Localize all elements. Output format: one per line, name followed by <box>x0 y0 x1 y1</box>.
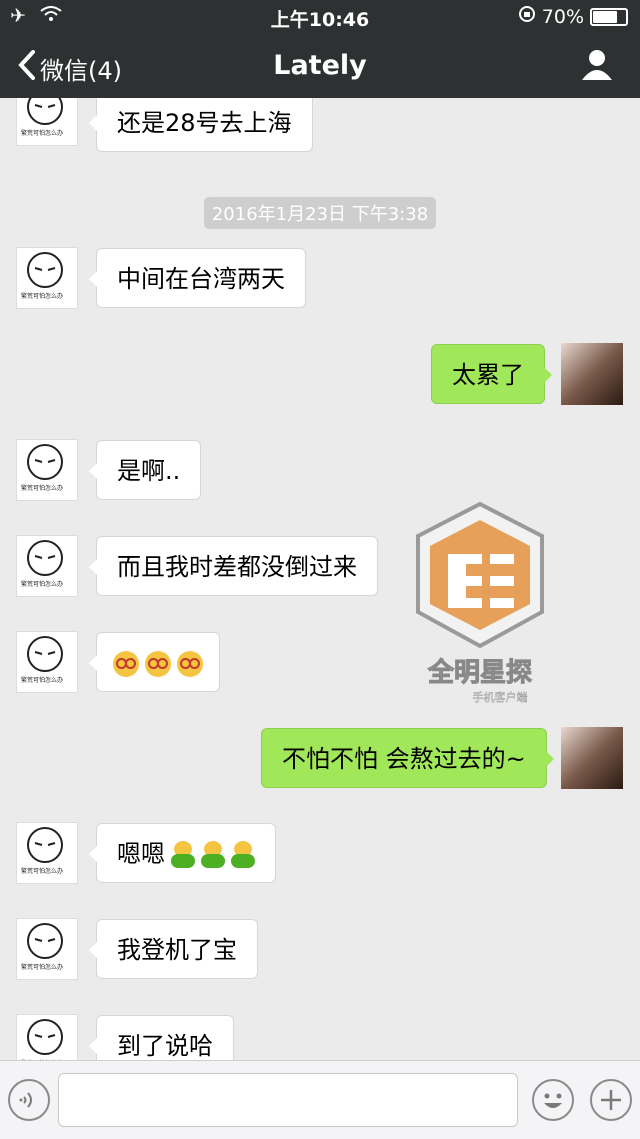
voice-icon <box>19 1092 32 1108</box>
svg-text:繁荒可怕怎么办: 繁荒可怕怎么办 <box>21 867 63 875</box>
message-bubble-outgoing[interactable]: 不怕不怕 会熬过去的~ <box>261 728 554 788</box>
svg-text:繁荒可怕怎么办: 繁荒可怕怎么办 <box>21 676 63 684</box>
battery-percent: 70% <box>541 5 584 28</box>
more-button[interactable] <box>590 1079 632 1121</box>
message-bubble-outgoing[interactable]: 太累了 <box>431 344 552 404</box>
status-bar: ✈ 上午10:46 70% <box>0 0 640 34</box>
chat-title: Lately <box>273 50 367 81</box>
contact-avatar[interactable]: 繁荒可怕怎么办 <box>16 822 78 884</box>
svg-text:繁荒可怕怎么办: 繁荒可怕怎么办 <box>21 580 63 588</box>
svg-text:繁荒可怕怎么办: 繁荒可怕怎么办 <box>21 292 63 300</box>
contact-avatar[interactable]: 繁荒可怕怎么办 <box>16 535 78 597</box>
status-right: 70% <box>518 5 628 28</box>
my-avatar[interactable] <box>561 727 623 789</box>
contact-avatar[interactable]: 繁荒可怕怎么办 <box>16 918 78 980</box>
smiley-icon <box>544 1093 562 1108</box>
message-bubble[interactable]: 是啊.. <box>88 440 202 500</box>
message-bubble[interactable]: 中间在台湾两天 <box>89 248 306 308</box>
contact-avatar[interactable]: 繁荒可怕怎么办 <box>16 439 78 501</box>
message-bubble[interactable]: 我登机了宝 <box>89 919 258 979</box>
message-bubble[interactable]: 嗯嗯 <box>89 823 276 883</box>
battery-icon <box>590 7 628 26</box>
person-icon <box>582 50 612 80</box>
my-avatar[interactable] <box>561 343 623 405</box>
dizzy-emoji-icon <box>177 651 203 677</box>
message-bubble-emoji[interactable] <box>89 632 220 692</box>
svg-text:繁荒可怕怎么办: 繁荒可怕怎么办 <box>21 484 63 492</box>
dizzy-emoji-icon <box>145 651 171 677</box>
message-input[interactable] <box>58 1073 518 1127</box>
rotation-lock-icon <box>518 5 536 28</box>
svg-text:繁荒可怕怎么办: 繁荒可怕怎么办 <box>21 129 63 137</box>
contact-avatar[interactable]: 繁荒可怕怎么办 <box>16 247 78 309</box>
thumbs-up-emoji-icon <box>171 841 195 869</box>
chat-area[interactable]: 繁荒可怕怎么办 还是28号去上海 2016年1月23日 下午3:38 繁荒可怕怎… <box>0 98 640 1060</box>
thumbs-up-emoji-icon <box>201 841 225 869</box>
voice-button[interactable] <box>8 1079 50 1121</box>
message-bubble[interactable]: 而且我时差都没倒过来 <box>89 536 378 596</box>
plus-icon <box>601 1090 621 1110</box>
timestamp: 2016年1月23日 下午3:38 <box>0 197 640 229</box>
contact-profile-button[interactable] <box>580 48 614 82</box>
thumbs-up-emoji-icon <box>231 841 255 869</box>
contact-avatar[interactable]: 繁荒可怕怎么办 <box>16 631 78 693</box>
message-bubble[interactable]: 还是28号去上海 <box>89 98 313 152</box>
contact-avatar[interactable]: 繁荒可怕怎么办 <box>16 1014 78 1060</box>
emoji-button[interactable] <box>532 1079 574 1121</box>
dizzy-emoji-icon <box>113 651 139 677</box>
message-bubble[interactable]: 到了说哈 <box>89 1015 234 1060</box>
contact-avatar[interactable]: 繁荒可怕怎么办 <box>16 98 78 146</box>
nav-bar: 微信(4) Lately <box>0 34 640 98</box>
input-bar <box>0 1060 640 1139</box>
svg-text:繁荒可怕怎么办: 繁荒可怕怎么办 <box>21 963 63 971</box>
